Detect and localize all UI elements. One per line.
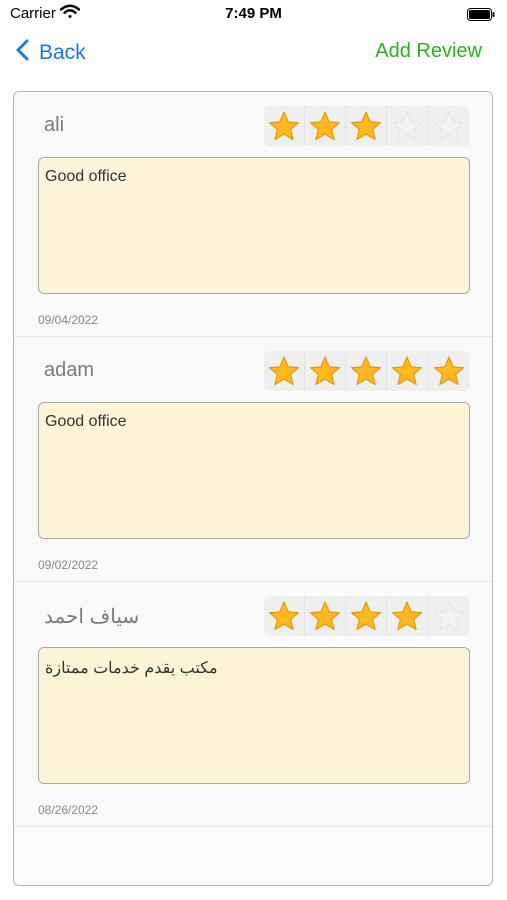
review-text-box[interactable]: Good office: [38, 402, 470, 539]
star-rating[interactable]: [264, 351, 470, 391]
star-empty-icon[interactable]: [428, 596, 469, 636]
star-filled-icon[interactable]: [346, 106, 387, 146]
review-date: 08/26/2022: [38, 803, 99, 817]
battery-icon: [467, 8, 495, 26]
back-label: Back: [39, 41, 86, 64]
star-empty-icon[interactable]: [387, 106, 428, 146]
chevron-left-icon: [16, 39, 29, 67]
star-empty-icon[interactable]: [428, 106, 469, 146]
review-card: ali Good office 09/04/2022: [14, 92, 492, 337]
star-filled-icon[interactable]: [387, 596, 428, 636]
star-filled-icon[interactable]: [264, 351, 305, 391]
reviewer-name: سياف احمد: [44, 606, 140, 628]
star-filled-icon[interactable]: [346, 596, 387, 636]
star-filled-icon[interactable]: [346, 351, 387, 391]
review-date: 09/04/2022: [38, 313, 99, 327]
review-text-box[interactable]: Good office: [38, 157, 470, 294]
star-filled-icon[interactable]: [264, 106, 305, 146]
reviewer-name: ali: [44, 114, 65, 136]
reviews-list[interactable]: ali Good office 09/04/2022 adam Good off…: [13, 91, 493, 886]
star-filled-icon[interactable]: [387, 351, 428, 391]
review-date: 09/02/2022: [38, 558, 99, 572]
star-filled-icon[interactable]: [264, 596, 305, 636]
star-rating[interactable]: [264, 106, 470, 146]
star-filled-icon[interactable]: [428, 351, 469, 391]
navigation-bar: Back Add Review: [0, 30, 507, 76]
back-button[interactable]: Back: [16, 39, 86, 67]
star-filled-icon[interactable]: [305, 106, 346, 146]
status-bar: Carrier 7:49 PM: [0, 0, 507, 30]
review-card: سياف احمد مكتب يقدم خدمات ممتازة 08/26/2…: [14, 582, 492, 827]
review-text-box[interactable]: مكتب يقدم خدمات ممتازة: [38, 647, 470, 784]
clock: 7:49 PM: [225, 5, 282, 22]
review-card: adam Good office 09/02/2022: [14, 337, 492, 582]
star-rating[interactable]: [264, 596, 470, 636]
reviewer-name: adam: [44, 359, 95, 381]
add-review-button[interactable]: Add Review: [375, 40, 482, 63]
star-filled-icon[interactable]: [305, 596, 346, 636]
star-filled-icon[interactable]: [305, 351, 346, 391]
